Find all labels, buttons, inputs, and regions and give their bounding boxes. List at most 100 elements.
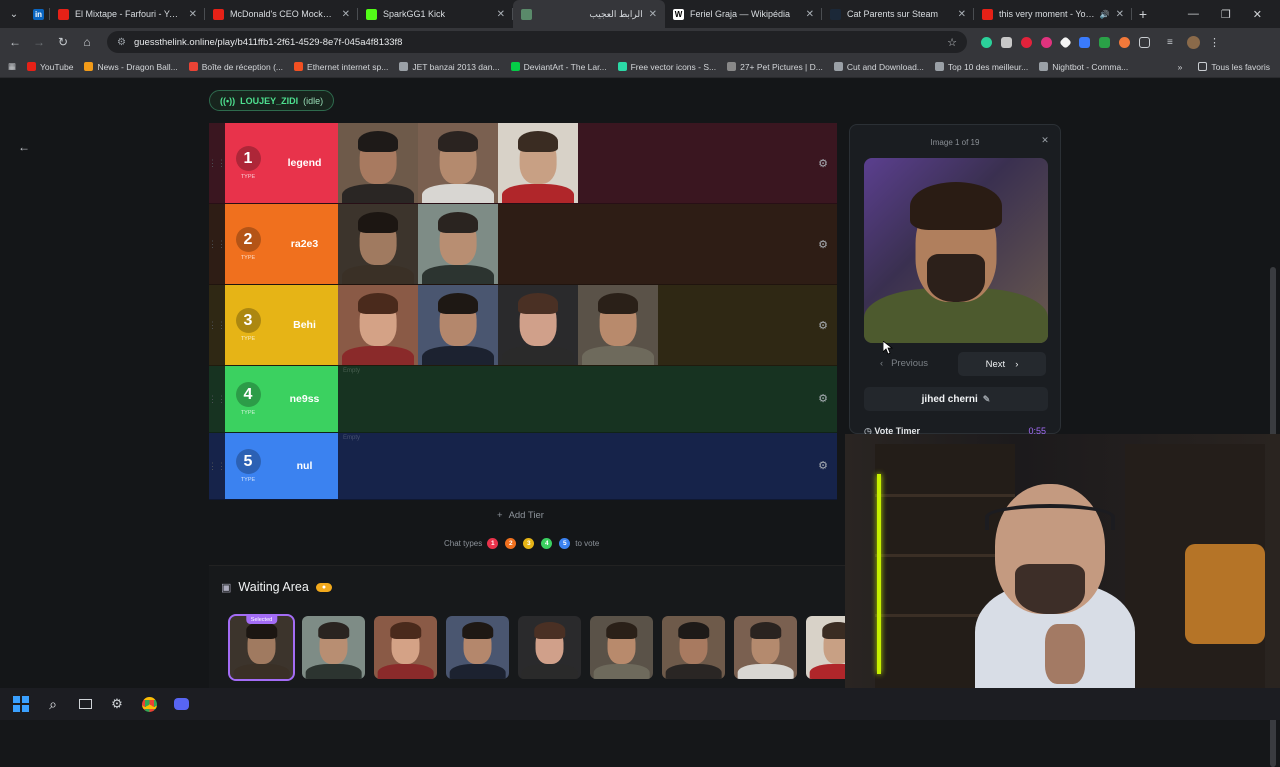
waiting-item-image[interactable] [518, 616, 581, 679]
tier-item-image[interactable] [418, 285, 498, 365]
waiting-item-image[interactable] [446, 616, 509, 679]
browser-menu-icon[interactable]: ⋮ [1209, 36, 1220, 49]
bookmark-item[interactable]: News - Dragon Ball... [84, 62, 178, 72]
back-arrow-icon[interactable]: ← [14, 137, 34, 157]
tier-name[interactable]: legend [271, 123, 338, 203]
drag-handle-icon[interactable]: ⋮⋮ [208, 433, 226, 499]
tier-row[interactable]: ⋮⋮ 2 TYPE ra2e3 ⚙ [208, 204, 837, 285]
bookmark-star-icon[interactable]: ☆ [947, 36, 957, 49]
close-window-icon[interactable]: ✕ [1253, 8, 1262, 21]
tier-row[interactable]: ⋮⋮ 1 TYPE legend ⚙ [208, 123, 837, 204]
bookmark-item[interactable]: Nightbot - Comma... [1039, 62, 1128, 72]
bookmark-item[interactable]: Free vector icons - S... [617, 62, 716, 72]
browser-tab[interactable]: this very moment - YouTu 🔊 ✕ [974, 0, 1132, 28]
edit-pencil-icon[interactable]: ✎ [983, 394, 991, 405]
previous-button[interactable]: ‹ Previous [880, 358, 928, 369]
bookmark-item[interactable]: Boîte de réception (... [188, 62, 283, 72]
tier-name[interactable]: ra2e3 [271, 204, 338, 284]
close-tab-icon[interactable]: ✕ [649, 9, 657, 20]
windows-start-icon[interactable] [12, 695, 30, 713]
discord-icon[interactable] [172, 695, 190, 713]
bookmark-item[interactable]: Cut and Download... [833, 62, 924, 72]
task-view-icon[interactable] [76, 695, 94, 713]
tier-row[interactable]: ⋮⋮ 5 TYPE nul Empty ⚙ [208, 433, 837, 500]
profile-avatar[interactable] [1187, 35, 1200, 49]
next-button[interactable]: Next › [958, 352, 1046, 376]
person-name-field[interactable]: jihed cherni ✎ [864, 387, 1048, 411]
drag-handle-icon[interactable]: ⋮⋮ [208, 366, 226, 432]
close-tab-icon[interactable]: ✕ [1116, 9, 1124, 20]
extension-icon[interactable] [1001, 36, 1012, 48]
pinned-tab-linkedin[interactable]: in [28, 0, 50, 28]
browser-tab[interactable]: El Mixtape - Farfouri - YouTube ✕ [50, 0, 205, 28]
audio-playing-icon[interactable]: 🔊 [1100, 10, 1110, 19]
tier-item-image[interactable] [578, 285, 658, 365]
apps-grid-icon[interactable]: ▦ [8, 61, 16, 72]
tier-name[interactable]: ne9ss [271, 366, 338, 432]
extension-icon[interactable] [981, 36, 992, 48]
new-tab-button[interactable]: + [1132, 6, 1154, 22]
chrome-icon[interactable] [140, 695, 158, 713]
gear-icon[interactable]: ⚙ [818, 319, 828, 332]
add-tier-button[interactable]: + Add Tier [497, 510, 544, 521]
browser-tab[interactable]: الرابط العجيب ✕ [513, 0, 665, 28]
bookmark-item[interactable]: DeviantArt - The Lar... [510, 62, 607, 72]
reading-list-icon[interactable]: ≡ [1167, 37, 1178, 48]
waiting-item-image[interactable] [374, 616, 437, 679]
tier-item-image[interactable] [418, 204, 498, 284]
tier-item-image[interactable] [338, 204, 418, 284]
extension-icon[interactable] [1041, 36, 1052, 48]
extension-icon[interactable] [1021, 36, 1032, 48]
extension-icon[interactable] [1119, 36, 1130, 48]
close-tab-icon[interactable]: ✕ [189, 9, 197, 20]
close-tab-icon[interactable]: ✕ [497, 9, 505, 20]
drag-handle-icon[interactable]: ⋮⋮ [208, 285, 226, 365]
waiting-item-image[interactable] [662, 616, 725, 679]
waiting-item-image[interactable]: Selected [228, 614, 295, 681]
close-tab-icon[interactable]: ✕ [806, 9, 814, 20]
extensions-puzzle-icon[interactable] [1139, 36, 1150, 48]
tier-row[interactable]: ⋮⋮ 4 TYPE ne9ss Empty ⚙ [208, 366, 837, 433]
address-bar[interactable]: ⚙ guessthelink.online/play/b411ffb1-2f61… [107, 31, 967, 53]
home-icon[interactable]: ⌂ [75, 35, 99, 49]
waiting-item-image[interactable] [590, 616, 653, 679]
minimize-icon[interactable]: — [1188, 8, 1199, 21]
search-icon[interactable]: ⌕ [44, 695, 62, 713]
tier-name[interactable]: nul [271, 433, 338, 499]
back-icon[interactable]: ← [3, 35, 27, 49]
drag-handle-icon[interactable]: ⋮⋮ [208, 123, 226, 203]
bookmark-item[interactable]: Ethernet internet sp... [294, 62, 388, 72]
steam-icon[interactable]: ⚙ [108, 695, 126, 713]
gear-icon[interactable]: ⚙ [818, 238, 828, 251]
forward-icon[interactable]: → [27, 35, 51, 49]
tab-search-button[interactable]: ⌄ [0, 0, 28, 28]
tier-row[interactable]: ⋮⋮ 3 TYPE Behi ⚙ [208, 285, 837, 366]
waiting-item-image[interactable] [734, 616, 797, 679]
browser-tab[interactable]: Cat Parents sur Steam ✕ [822, 0, 974, 28]
site-info-icon[interactable]: ⚙ [117, 37, 126, 48]
close-icon[interactable]: ✕ [1038, 133, 1052, 147]
gear-icon[interactable]: ⚙ [818, 459, 828, 472]
tier-item-image[interactable] [498, 285, 578, 365]
tier-item-image[interactable] [338, 123, 418, 203]
bookmark-item[interactable]: YouTube [27, 62, 73, 72]
extension-icon[interactable] [1079, 36, 1090, 48]
close-tab-icon[interactable]: ✕ [342, 9, 350, 20]
more-bookmarks-icon[interactable]: » [1178, 62, 1183, 72]
tier-item-image[interactable] [498, 123, 578, 203]
tier-name[interactable]: Behi [271, 285, 338, 365]
close-tab-icon[interactable]: ✕ [958, 9, 966, 20]
bookmark-item[interactable]: Top 10 des meilleur... [934, 62, 1028, 72]
tier-item-image[interactable] [338, 285, 418, 365]
bookmark-item[interactable]: JET banzai 2013 dan... [399, 62, 500, 72]
tier-item-image[interactable] [418, 123, 498, 203]
extension-icon[interactable] [1059, 35, 1072, 49]
bookmark-item[interactable]: 27+ Pet Pictures | D... [727, 62, 823, 72]
waiting-item-image[interactable] [302, 616, 365, 679]
gear-icon[interactable]: ⚙ [818, 157, 828, 170]
gear-icon[interactable]: ⚙ [818, 392, 828, 405]
browser-tab[interactable]: McDonald's CEO Mocked for ✕ [205, 0, 358, 28]
browser-tab[interactable]: SparkGG1 Kick ✕ [358, 0, 513, 28]
reload-icon[interactable]: ↻ [51, 35, 75, 49]
maximize-icon[interactable]: ❐ [1221, 8, 1231, 21]
